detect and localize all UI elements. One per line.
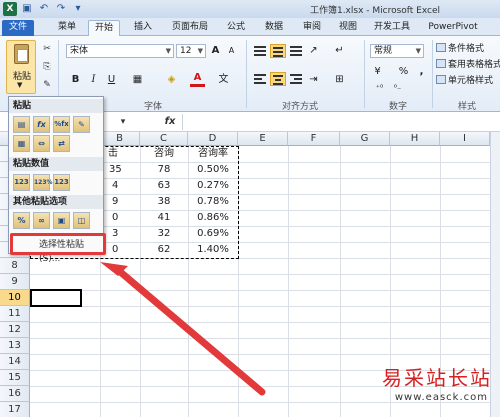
arrow-shaft — [114, 266, 266, 396]
annotation-arrow — [100, 262, 266, 396]
watermark-url: www.easck.com — [394, 392, 488, 403]
watermark-text: 易采站长站 — [382, 366, 492, 390]
